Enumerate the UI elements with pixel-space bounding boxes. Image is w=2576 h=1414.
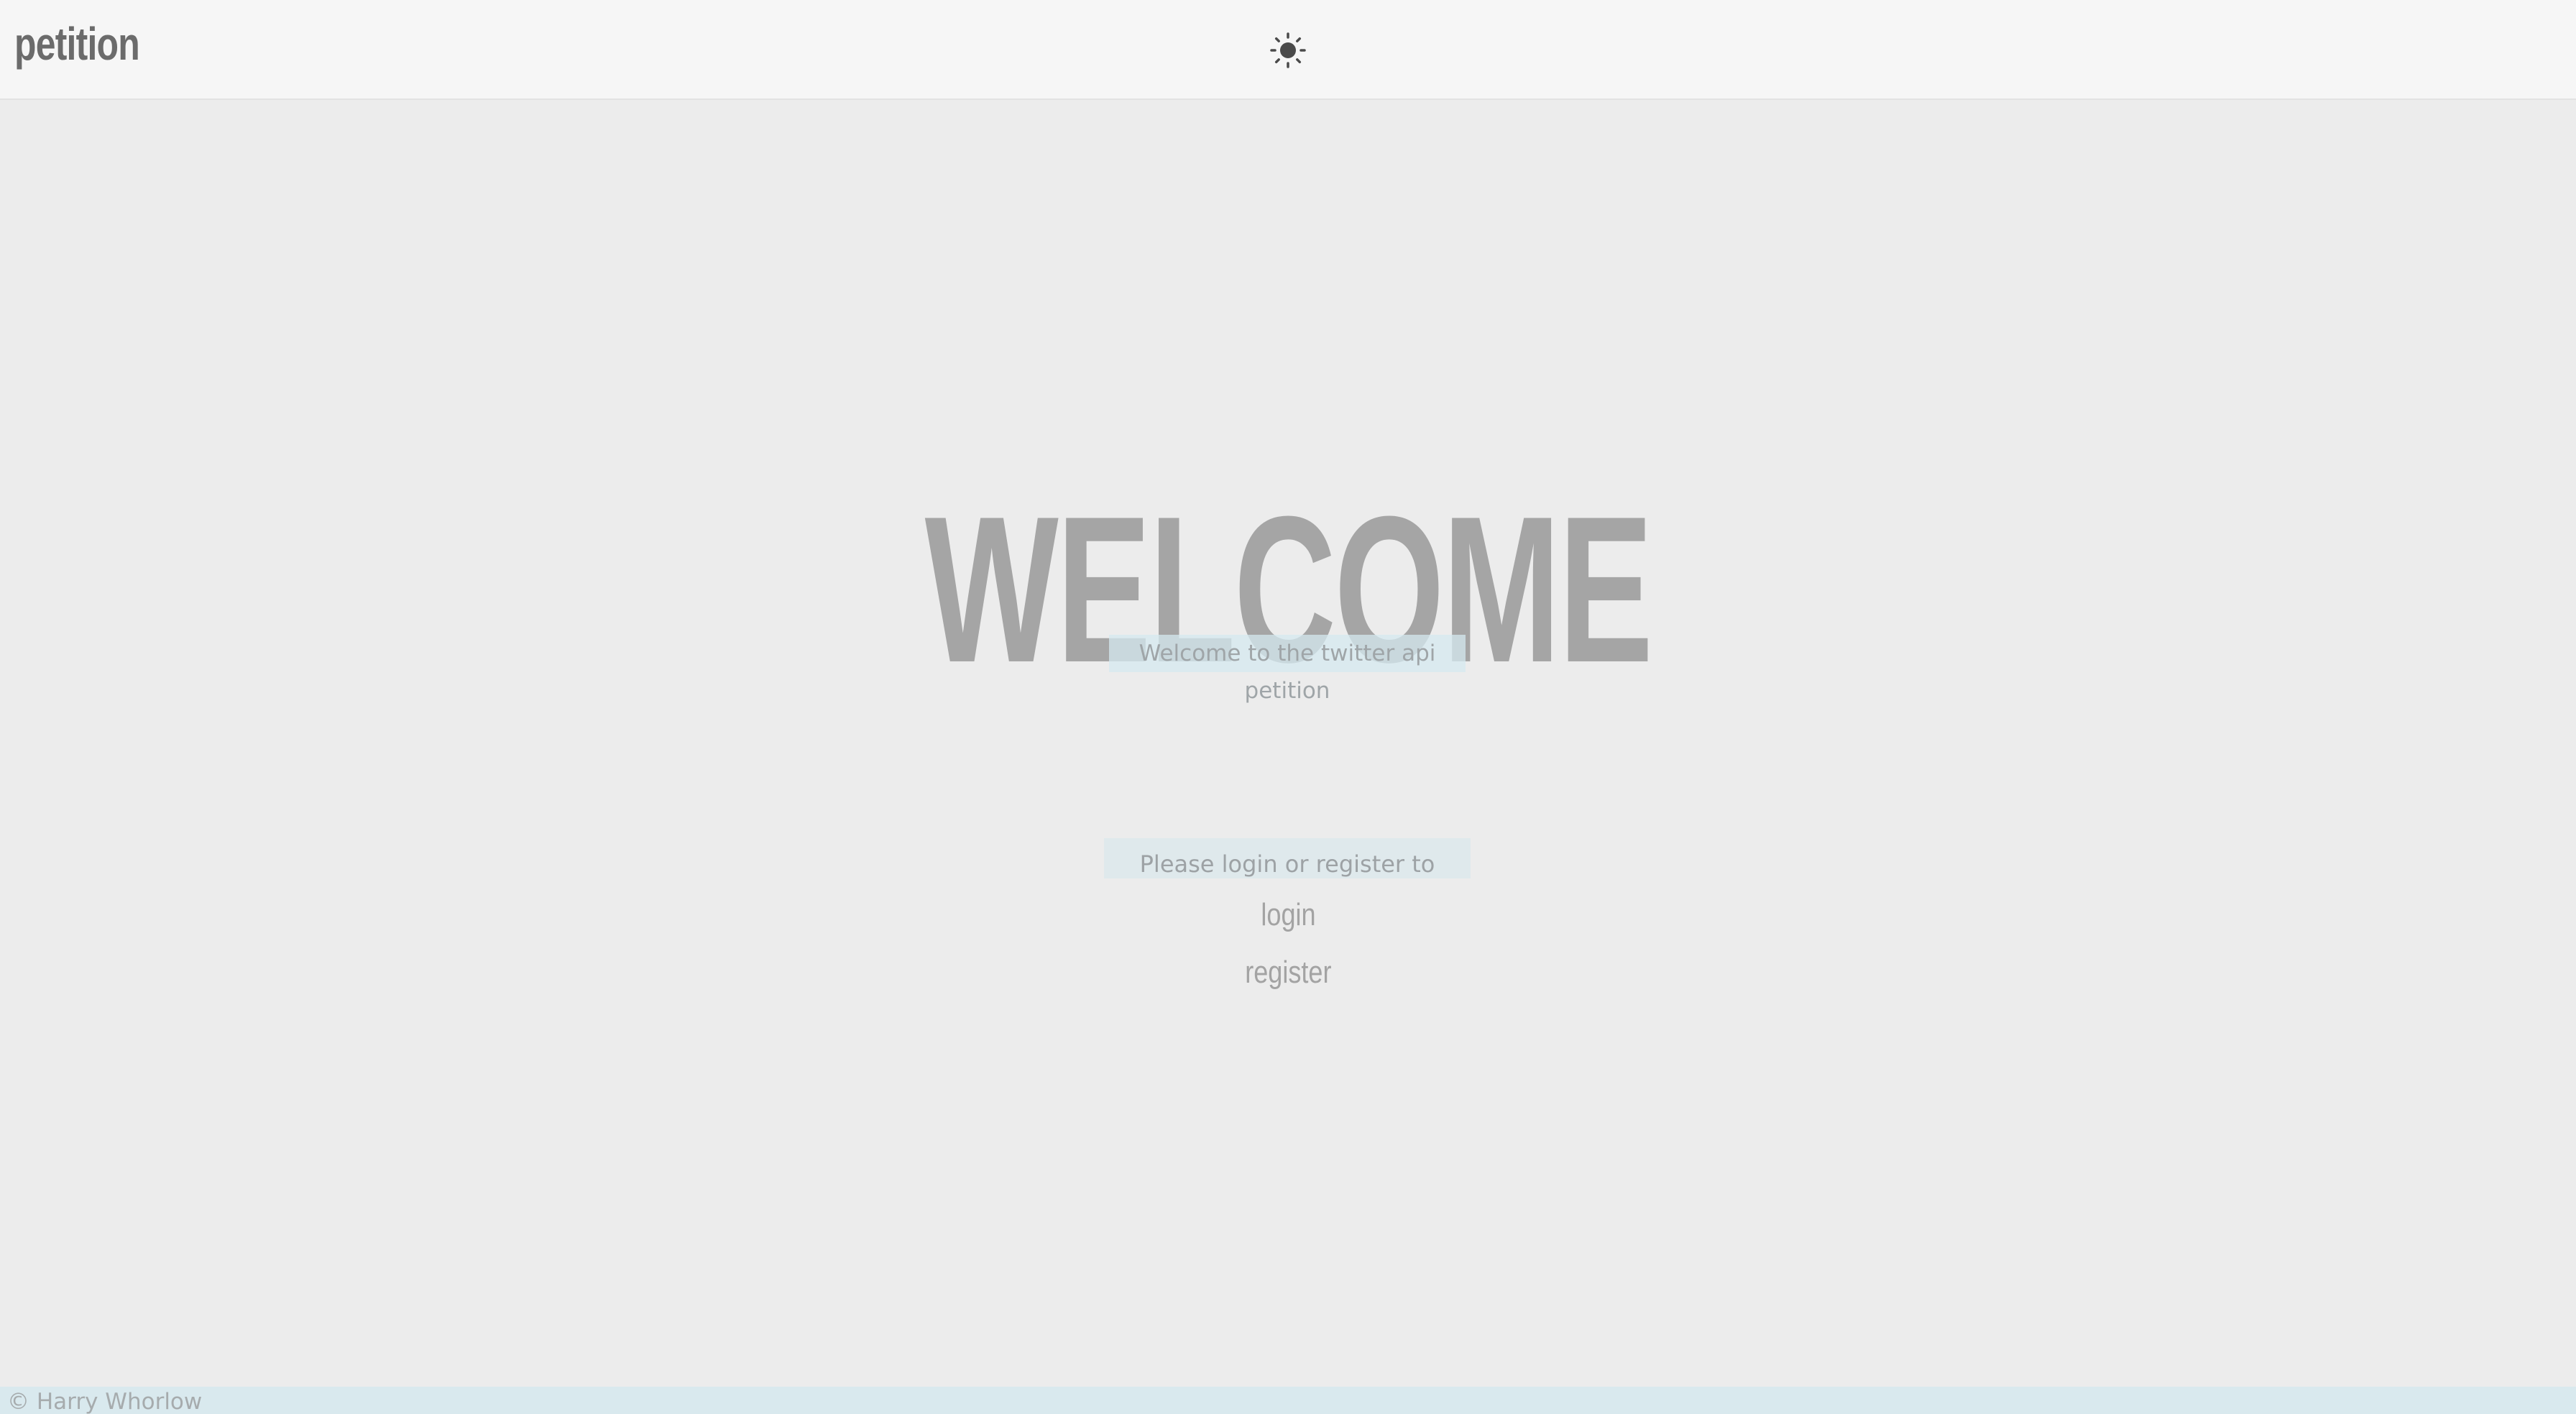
theme-toggle-button[interactable] <box>1269 32 1307 69</box>
hero-section: WELCOME Welcome to the twitter api petit… <box>0 485 2576 704</box>
register-link-label: register <box>1244 955 1332 990</box>
welcome-subtitle: Welcome to the twitter api petition <box>1109 635 1466 704</box>
sun-icon <box>1270 32 1306 68</box>
brand-logo[interactable]: petition <box>14 17 140 70</box>
auth-prompt: Please login or register to continue. <box>1104 838 1471 878</box>
page: petition WELCOME Welcome to the twitter … <box>0 0 2576 1414</box>
top-bar: petition <box>0 0 2576 100</box>
copyright-text: © Harry Whorlow <box>7 1389 203 1414</box>
register-link[interactable]: register <box>0 955 2576 991</box>
login-link-label: login <box>1260 897 1316 932</box>
footer: © Harry Whorlow <box>0 1387 2576 1414</box>
login-link[interactable]: login <box>0 897 2576 933</box>
